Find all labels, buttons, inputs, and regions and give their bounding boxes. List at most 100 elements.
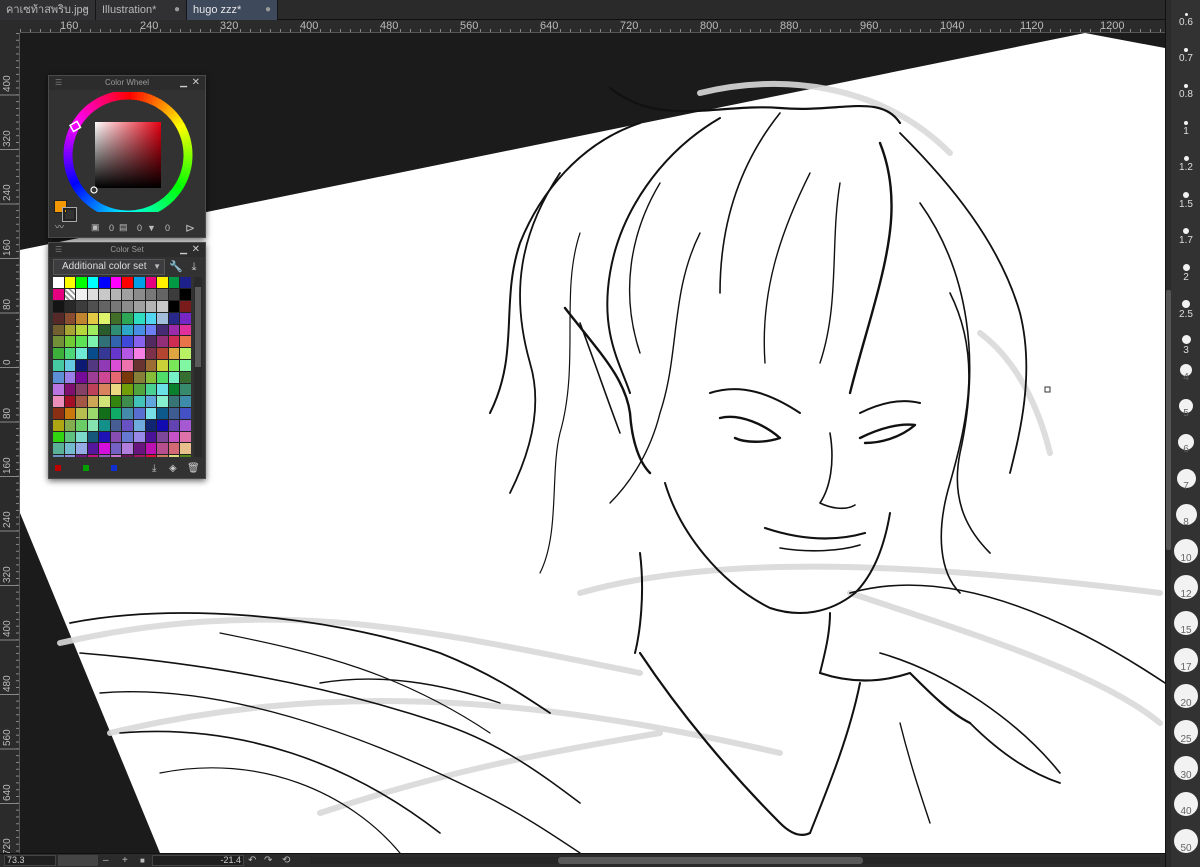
color-swatch[interactable] [53,384,64,395]
ruler-vertical[interactable]: 400 320 240 160 80 0 80 160 240 320 400 480 560 640 72… [0,33,20,853]
color-swatch[interactable] [53,336,64,348]
color-swatch[interactable] [134,360,145,372]
close-icon[interactable]: ✕ [192,243,200,257]
color-swatch[interactable] [122,288,134,300]
color-swatch[interactable] [134,384,145,395]
color-swatch[interactable] [122,395,134,407]
color-swatch[interactable] [134,300,145,312]
color-swatch[interactable] [87,443,99,455]
color-swatch[interactable] [110,324,122,336]
color-swatch[interactable] [168,372,180,384]
color-swatch[interactable] [53,288,64,300]
color-swatch[interactable] [99,348,110,360]
color-swatch[interactable] [99,312,110,324]
color-swatch[interactable] [76,395,87,407]
reset-rotation-icon[interactable]: ⟲ [282,854,290,867]
color-swatch[interactable] [145,443,157,455]
color-swatch[interactable] [53,312,64,324]
grip-icon[interactable]: ☰ [55,243,62,257]
color-swatch[interactable] [180,395,191,407]
color-swatch[interactable] [87,372,99,384]
color-swatch[interactable] [64,443,76,455]
color-swatch[interactable] [122,431,134,443]
color-swatch[interactable] [134,277,145,288]
red-swatch[interactable] [55,465,61,471]
color-swatch[interactable] [53,348,64,360]
transparent-swatch-icon[interactable]: 〰 [55,220,64,233]
color-swatch[interactable] [122,384,134,395]
replace-color-icon[interactable]: ◈ [169,463,177,474]
color-swatch[interactable] [64,324,76,336]
hue-ring[interactable] [49,92,207,212]
color-swatch[interactable] [168,419,180,431]
color-swatch[interactable] [76,348,87,360]
color-swatch[interactable] [145,455,157,457]
brush-size-option[interactable]: 1.7 [1171,228,1200,246]
color-swatch[interactable] [168,455,180,457]
color-swatch[interactable] [157,395,168,407]
import-icon[interactable]: ⤓ [186,259,202,275]
color-swatch[interactable] [87,348,99,360]
brush-size-option[interactable]: 40 [1171,792,1200,817]
color-swatch[interactable] [180,384,191,395]
brush-size-option[interactable]: 2.5 [1171,299,1200,320]
color-swatch[interactable] [64,277,76,288]
color-swatch[interactable] [110,348,122,360]
color-swatch[interactable] [180,312,191,324]
color-swatch[interactable] [87,324,99,336]
brush-size-option[interactable]: 7 [1171,469,1200,492]
color-swatch[interactable] [64,455,76,457]
color-swatch[interactable] [145,419,157,431]
color-swatch[interactable] [157,419,168,431]
color-swatch[interactable] [76,300,87,312]
color-swatch[interactable] [64,300,76,312]
color-swatch[interactable] [168,360,180,372]
color-swatch[interactable] [122,312,134,324]
color-swatch[interactable] [53,300,64,312]
color-swatch[interactable] [110,336,122,348]
close-icon[interactable]: × [83,0,89,20]
color-swatch[interactable] [180,324,191,336]
color-swatch[interactable] [168,312,180,324]
zoom-in-button[interactable]: + [122,854,128,867]
panel-title-bar[interactable]: ☰ Color Set ▁ ✕ [49,243,205,257]
color-swatch[interactable] [99,288,110,300]
color-swatch[interactable] [157,431,168,443]
brush-size-option[interactable]: 1 [1171,120,1200,137]
color-swatch[interactable] [122,455,134,457]
color-swatch[interactable] [64,312,76,324]
trash-icon[interactable]: 🗑 [187,463,200,474]
color-swatch[interactable] [76,407,87,419]
color-swatch[interactable] [145,324,157,336]
color-swatch[interactable] [110,419,122,431]
color-swatch[interactable] [157,384,168,395]
color-swatch[interactable] [76,360,87,372]
color-swatch[interactable] [145,288,157,300]
color-swatch[interactable] [145,407,157,419]
color-swatch[interactable] [145,395,157,407]
color-swatch[interactable] [87,384,99,395]
brush-size-option[interactable]: 6 [1171,434,1200,455]
color-swatch[interactable] [122,372,134,384]
rotate-left-icon[interactable]: ↶ [248,854,256,867]
color-swatch[interactable] [99,455,110,457]
panel-title-bar[interactable]: ☰ Color Wheel ▁ ✕ [49,76,205,90]
color-swatch[interactable] [134,372,145,384]
save-icon[interactable]: ▣ [91,222,100,233]
color-swatch[interactable] [122,419,134,431]
color-swatch[interactable] [134,455,145,457]
color-swatch[interactable] [134,395,145,407]
color-swatch[interactable] [168,431,180,443]
brush-size-option[interactable]: 20 [1171,683,1200,709]
color-swatch[interactable] [110,395,122,407]
v-icon[interactable]: ▼ [147,223,156,233]
color-swatch[interactable] [157,336,168,348]
sub-color-swatch[interactable] [63,208,76,221]
color-swatch[interactable] [157,348,168,360]
color-swatch[interactable] [76,419,87,431]
tab-document-2[interactable]: Illustration* ● [96,0,187,20]
color-swatch[interactable] [180,372,191,384]
color-swatch[interactable] [145,277,157,288]
color-swatch[interactable] [110,372,122,384]
brush-size-option[interactable]: 17 [1171,647,1200,673]
